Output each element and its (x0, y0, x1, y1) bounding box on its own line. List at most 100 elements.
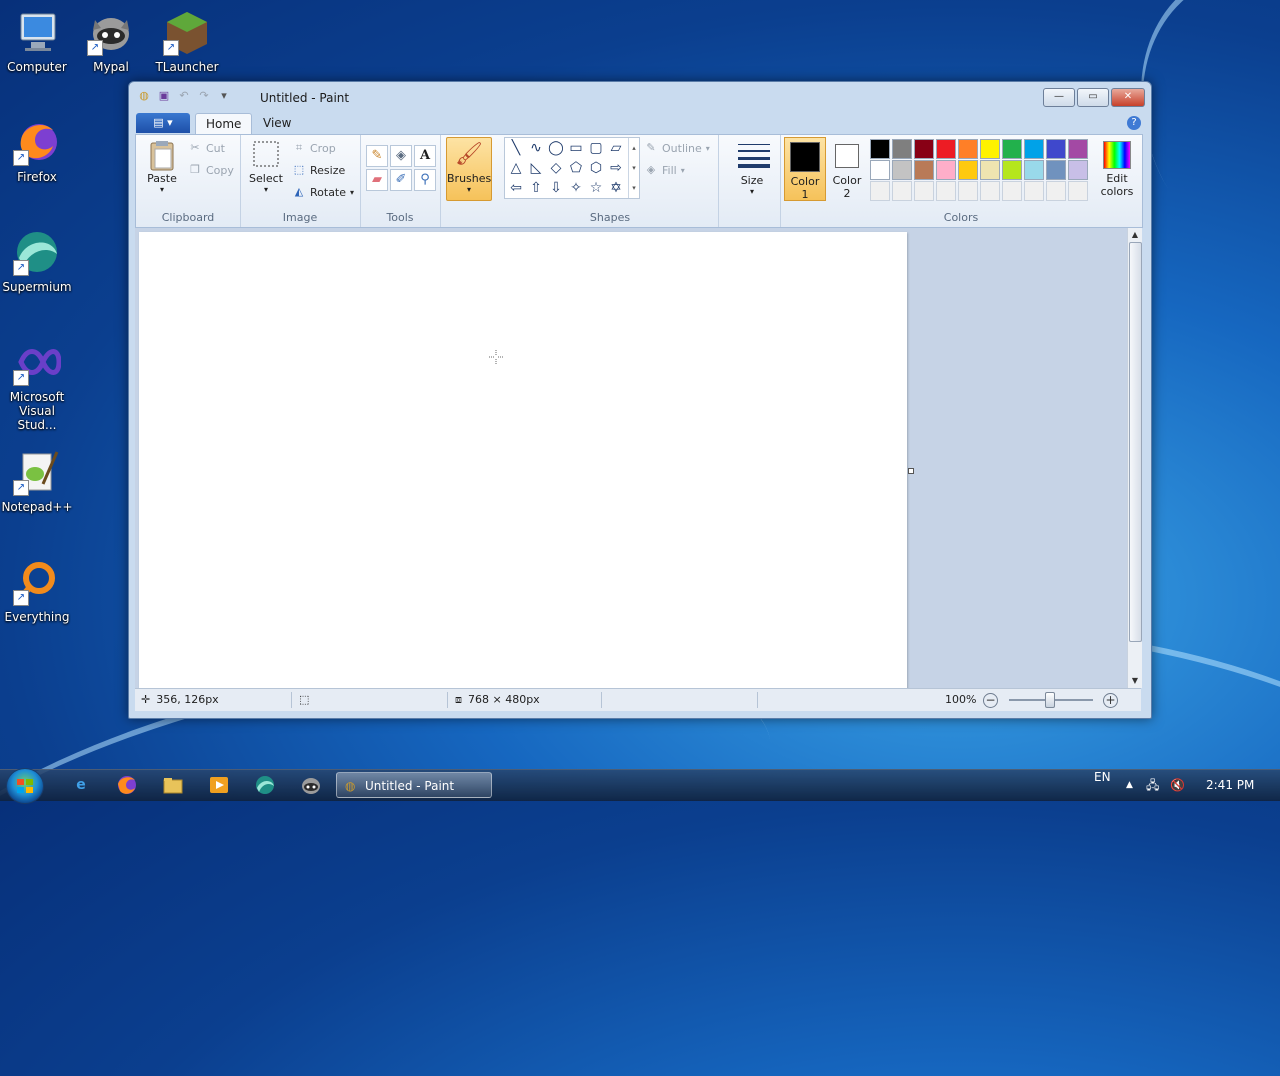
palette-swatch[interactable] (1068, 181, 1088, 201)
four-point-star-shape-icon[interactable]: ✧ (567, 179, 585, 197)
paint-app-icon[interactable]: ◍ (137, 89, 151, 103)
palette-swatch[interactable] (936, 139, 956, 159)
undo-icon[interactable]: ↶ (177, 89, 191, 103)
language-indicator[interactable]: EN (1094, 762, 1111, 793)
palette-swatch[interactable] (892, 160, 912, 180)
palette-swatch[interactable] (870, 160, 890, 180)
clock[interactable]: 2:41 PM (1206, 770, 1254, 801)
palette-swatch[interactable] (914, 181, 934, 201)
desktop-icon-notepadpp[interactable]: ↗ Notepad++ (0, 448, 76, 514)
diamond-shape-icon[interactable]: ◇ (547, 159, 565, 177)
scroll-thumb[interactable] (1129, 242, 1142, 642)
size-button[interactable]: Size ▾ (730, 141, 774, 196)
palette-swatch[interactable] (1068, 160, 1088, 180)
right-triangle-shape-icon[interactable]: ◺ (527, 159, 545, 177)
desktop-icon-everything[interactable]: ↗ Everything (0, 558, 76, 624)
desktop-icon-supermium[interactable]: ↗ Supermium (0, 228, 76, 294)
pentagon-shape-icon[interactable]: ⬠ (567, 159, 585, 177)
palette-swatch[interactable] (870, 181, 890, 201)
palette-swatch[interactable] (980, 181, 1000, 201)
palette-swatch[interactable] (1046, 139, 1066, 159)
palette-swatch[interactable] (892, 139, 912, 159)
palette-swatch[interactable] (1024, 160, 1044, 180)
palette-swatch[interactable] (1024, 181, 1044, 201)
close-button[interactable]: ✕ (1111, 88, 1145, 107)
up-arrow-shape-icon[interactable]: ⇧ (527, 179, 545, 197)
brushes-button[interactable]: 🖌 Brushes ▾ (446, 137, 492, 201)
palette-swatch[interactable] (1068, 139, 1088, 159)
polygon-shape-icon[interactable]: ⏥ (607, 139, 625, 157)
rounded-rectangle-shape-icon[interactable]: ▢ (587, 139, 605, 157)
title-bar[interactable]: ◍ ▣ ↶ ↷ ▾ Untitled - Paint — ▭ ✕ (129, 82, 1151, 112)
supermium-taskbar-icon[interactable] (254, 774, 276, 796)
rotate-button[interactable]: ◭ Rotate ▾ (292, 185, 354, 199)
right-arrow-shape-icon[interactable]: ⇨ (607, 159, 625, 177)
line-shape-icon[interactable]: ╲ (507, 139, 525, 157)
edit-colors-button[interactable]: Edit colors (1096, 137, 1138, 199)
palette-swatch[interactable] (980, 139, 1000, 159)
fill-bucket-icon[interactable]: ◈ (390, 145, 412, 167)
tab-home[interactable]: Home (195, 113, 253, 135)
palette-swatch[interactable] (1002, 139, 1022, 159)
triangle-shape-icon[interactable]: △ (507, 159, 525, 177)
left-arrow-shape-icon[interactable]: ⇦ (507, 179, 525, 197)
desktop-icon-computer[interactable]: Computer (0, 8, 76, 74)
paste-button[interactable]: Paste ▾ (140, 139, 184, 194)
palette-swatch[interactable] (914, 160, 934, 180)
palette-swatch[interactable] (1024, 139, 1044, 159)
file-explorer-icon[interactable] (162, 774, 184, 796)
pencil-icon[interactable]: ✎ (366, 145, 388, 167)
scroll-down-icon[interactable]: ▼ (1128, 674, 1142, 688)
palette-swatch[interactable] (892, 181, 912, 201)
resize-button[interactable]: ⬚ Resize (292, 163, 345, 177)
save-icon[interactable]: ▣ (157, 89, 171, 103)
redo-icon[interactable]: ↷ (197, 89, 211, 103)
palette-swatch[interactable] (936, 181, 956, 201)
palette-swatch[interactable] (958, 181, 978, 201)
cut-button[interactable]: ✂ Cut (188, 141, 225, 155)
volume-muted-icon[interactable]: 🔇 (1170, 770, 1185, 801)
maximize-button[interactable]: ▭ (1077, 88, 1109, 107)
palette-swatch[interactable] (870, 139, 890, 159)
palette-swatch[interactable] (980, 160, 1000, 180)
file-menu-button[interactable]: ▤ ▾ (136, 113, 190, 133)
scroll-up-icon[interactable]: ▲ (1128, 228, 1142, 242)
color-picker-icon[interactable]: ✐ (390, 169, 412, 191)
eraser-icon[interactable]: ▰ (366, 169, 388, 191)
palette-swatch[interactable] (1046, 160, 1066, 180)
firefox-taskbar-icon[interactable] (116, 774, 138, 796)
media-player-icon[interactable] (208, 774, 230, 796)
minimize-button[interactable]: — (1043, 88, 1075, 107)
zoom-out-icon[interactable]: − (983, 693, 998, 708)
internet-explorer-icon[interactable]: e (70, 774, 92, 796)
palette-swatch[interactable] (958, 139, 978, 159)
shapes-scroll[interactable]: ▴ ▾ ▾ (628, 138, 639, 198)
down-arrow-shape-icon[interactable]: ⇩ (547, 179, 565, 197)
hexagon-shape-icon[interactable]: ⬡ (587, 159, 605, 177)
crop-button[interactable]: ⌗ Crop (292, 141, 336, 155)
zoom-in-icon[interactable]: + (1103, 693, 1118, 708)
taskbar-task-paint[interactable]: ◍ Untitled - Paint (336, 772, 492, 798)
vertical-scrollbar[interactable]: ▲ ▼ (1127, 228, 1142, 688)
start-button[interactable] (6, 768, 44, 804)
copy-button[interactable]: ❐ Copy (188, 163, 234, 177)
desktop-icon-tlauncher[interactable]: ↗ TLauncher (148, 8, 226, 74)
mypal-taskbar-icon[interactable] (300, 774, 322, 796)
fill-button[interactable]: ◈ Fill ▾ (644, 163, 685, 177)
palette-swatch[interactable] (914, 139, 934, 159)
resize-handle-right[interactable] (908, 468, 914, 474)
desktop-icon-mypal[interactable]: ↗ Mypal (72, 8, 150, 74)
magnifier-icon[interactable]: ⚲ (414, 169, 436, 191)
outline-button[interactable]: ✎ Outline ▾ (644, 141, 709, 155)
show-hidden-icons[interactable]: ▲ (1126, 770, 1133, 801)
palette-swatch[interactable] (936, 160, 956, 180)
customize-qat-icon[interactable]: ▾ (217, 89, 231, 103)
palette-swatch[interactable] (1002, 181, 1022, 201)
color2-button[interactable]: Color 2 (828, 137, 866, 200)
desktop-icon-firefox[interactable]: ↗ Firefox (0, 118, 76, 184)
rectangle-shape-icon[interactable]: ▭ (567, 139, 585, 157)
palette-swatch[interactable] (1002, 160, 1022, 180)
desktop-icon-visual-studio[interactable]: ↗ Microsoft Visual Stud... (0, 338, 76, 432)
zoom-slider-thumb[interactable] (1045, 692, 1055, 708)
tab-view[interactable]: View (253, 113, 301, 134)
